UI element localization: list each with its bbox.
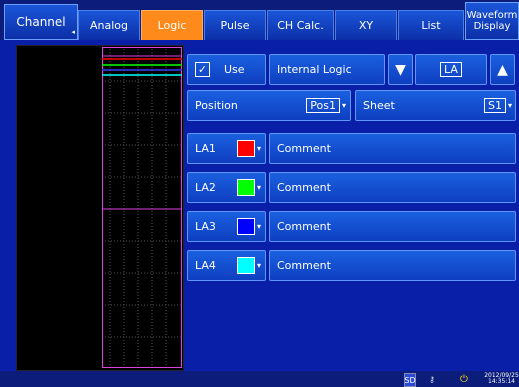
unit-value: LA xyxy=(440,62,462,77)
tab-channel-label: Channel xyxy=(16,15,66,29)
sheet-select[interactable]: Sheet S1 ▾ xyxy=(355,90,516,121)
tab-waveform-display[interactable]: Waveform Display xyxy=(465,2,519,40)
waveform-preview xyxy=(16,45,184,371)
unit-select[interactable]: LA xyxy=(415,54,487,85)
position-label: Position xyxy=(195,99,238,112)
tab-xy-label: XY xyxy=(358,19,374,32)
channel-name: LA1 xyxy=(195,142,216,155)
arrow-up-icon: ▲ xyxy=(497,61,508,78)
channel-name: LA4 xyxy=(195,259,216,272)
status-bar: SD ⚷ ⏻ 2012/09/25 14:35:14 xyxy=(0,371,519,387)
arrow-down-icon: ▼ xyxy=(395,61,406,78)
waveform-grid xyxy=(102,47,182,368)
corner-arrow-icon: ◂ xyxy=(71,28,75,36)
tab-ch-calc-label: CH Calc. xyxy=(277,19,324,32)
tab-waveform-display-line1: Waveform xyxy=(466,10,518,21)
key-icon: ⚷ xyxy=(429,374,435,384)
color-swatch xyxy=(236,179,255,196)
sd-card-icon: SD xyxy=(404,373,416,387)
comment-label: Comment xyxy=(277,259,331,272)
check-icon: ✓ xyxy=(195,62,210,77)
tab-list[interactable]: List xyxy=(398,10,464,40)
color-swatch xyxy=(236,140,255,157)
tab-xy[interactable]: XY xyxy=(335,10,397,40)
power-plug-icon: ⏻ xyxy=(460,373,468,385)
channel-la1-color-select[interactable]: LA1 ▾ xyxy=(187,133,266,164)
source-label: Internal Logic xyxy=(277,63,352,76)
dropdown-arrow-icon: ▾ xyxy=(256,183,261,192)
channel-la3-color-select[interactable]: LA3 ▾ xyxy=(187,211,266,242)
channel-la4-comment-field[interactable]: Comment xyxy=(269,250,516,281)
dropdown-arrow-icon: ▾ xyxy=(507,101,512,110)
tab-analog-label: Analog xyxy=(89,19,128,32)
dropdown-arrow-icon: ▾ xyxy=(341,101,346,110)
comment-label: Comment xyxy=(277,181,331,194)
tab-analog[interactable]: Analog xyxy=(78,10,140,40)
channel-la2-comment-field[interactable]: Comment xyxy=(269,172,516,203)
tab-list-label: List xyxy=(421,19,441,32)
dropdown-arrow-icon: ▾ xyxy=(256,222,261,231)
time-text: 14:35:14 xyxy=(488,378,515,385)
sheet-value: S1 xyxy=(484,98,506,113)
channel-la2-color-select[interactable]: LA2 ▾ xyxy=(187,172,266,203)
previous-unit-button[interactable]: ▼ xyxy=(388,54,413,85)
tab-logic[interactable]: Logic xyxy=(141,10,203,40)
comment-label: Comment xyxy=(277,142,331,155)
channel-name: LA2 xyxy=(195,181,216,194)
position-select[interactable]: Position Pos1 ▾ xyxy=(187,90,351,121)
tab-ch-calc[interactable]: CH Calc. xyxy=(267,10,334,40)
tab-pulse-label: Pulse xyxy=(220,19,250,32)
tab-bar: Channel ◂ Analog Logic Pulse CH Calc. XY… xyxy=(0,0,519,40)
source-select[interactable]: Internal Logic xyxy=(269,54,385,85)
comment-label: Comment xyxy=(277,220,331,233)
tab-logic-label: Logic xyxy=(157,19,187,32)
tab-pulse[interactable]: Pulse xyxy=(204,10,266,40)
channel-la3-comment-field[interactable]: Comment xyxy=(269,211,516,242)
datetime: 2012/09/25 14:35:14 xyxy=(484,372,519,386)
channel-la4-color-select[interactable]: LA4 ▾ xyxy=(187,250,266,281)
use-checkbox[interactable]: ✓ Use xyxy=(187,54,266,85)
dropdown-arrow-icon: ▾ xyxy=(256,261,261,270)
channel-name: LA3 xyxy=(195,220,216,233)
position-value: Pos1 xyxy=(306,98,340,113)
channel-la1-comment-field[interactable]: Comment xyxy=(269,133,516,164)
use-label: Use xyxy=(224,63,245,76)
color-swatch xyxy=(236,257,255,274)
tab-channel[interactable]: Channel ◂ xyxy=(4,4,78,40)
sheet-label: Sheet xyxy=(363,99,395,112)
next-unit-button[interactable]: ▲ xyxy=(490,54,515,85)
tab-waveform-display-line2: Display xyxy=(473,21,511,32)
dropdown-arrow-icon: ▾ xyxy=(256,144,261,153)
color-swatch xyxy=(236,218,255,235)
